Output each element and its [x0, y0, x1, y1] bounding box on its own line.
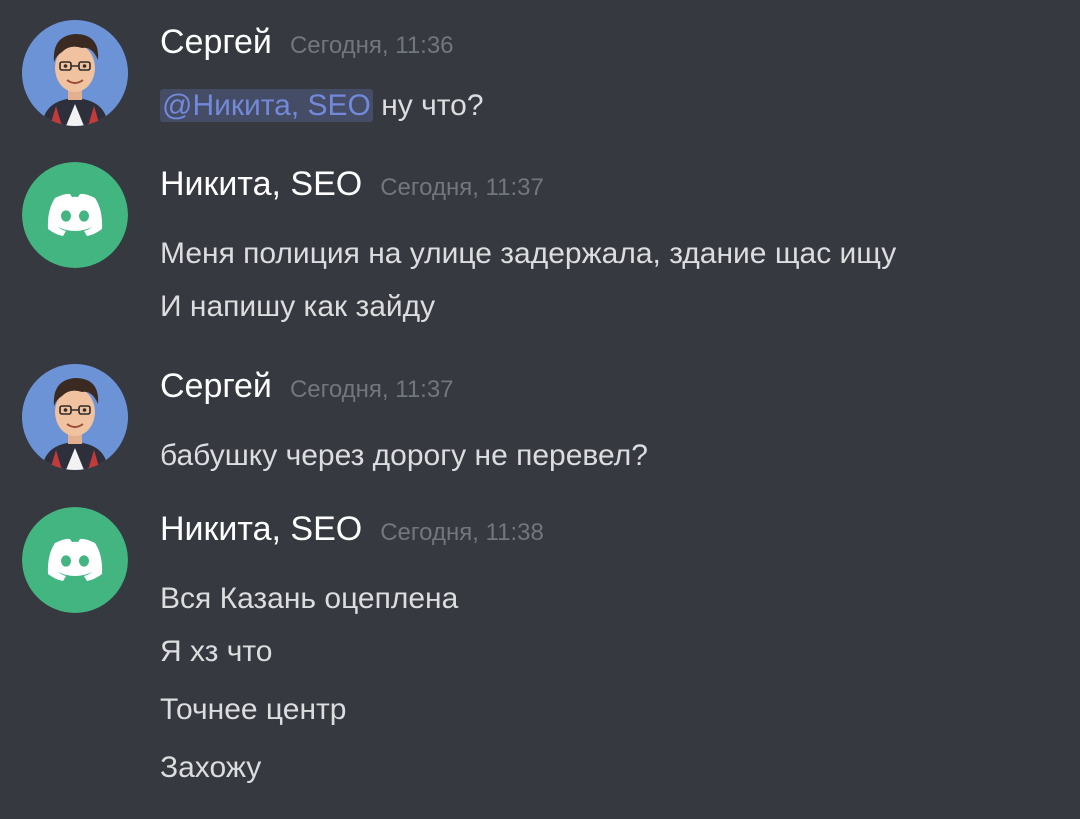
- user-avatar[interactable]: [22, 507, 128, 613]
- message-text: Захожу: [160, 751, 262, 784]
- message-text: И напишу как зайду: [160, 290, 436, 323]
- timestamp: Сегодня, 11:37: [289, 376, 454, 403]
- memoji-avatar-icon: [22, 364, 128, 470]
- message-text: Меня полиция на улице задержала, здание …: [160, 237, 897, 270]
- message-text: Точнее центр: [160, 693, 347, 726]
- message-text: @Никита, SEO ну что?: [160, 86, 484, 126]
- message-header: Никита, SEO Сегодня, 11:38: [160, 507, 544, 551]
- discord-logo-icon: [22, 507, 128, 613]
- discord-logo-icon: [22, 162, 128, 268]
- author-name[interactable]: Сергей: [160, 20, 272, 64]
- message-text: Вся Казань оцеплена: [160, 582, 459, 615]
- message-header: Никита, SEO Сегодня, 11:37: [160, 162, 544, 206]
- user-avatar[interactable]: [22, 364, 128, 470]
- author-name[interactable]: Никита, SEO: [160, 507, 362, 551]
- message-header: Сергей Сегодня, 11:36: [160, 20, 454, 64]
- user-avatar[interactable]: [22, 20, 128, 126]
- timestamp: Сегодня, 11:36: [289, 32, 454, 59]
- message-text-content: ну что?: [372, 89, 484, 122]
- timestamp: Сегодня, 11:38: [380, 519, 544, 546]
- message-text: бабушку через дорогу не перевел?: [160, 439, 648, 472]
- author-name[interactable]: Сергей: [160, 364, 272, 408]
- timestamp: Сегодня, 11:37: [380, 174, 544, 201]
- chat-messages: Сергей Сегодня, 11:36 @Никита, SEO ну чт…: [0, 0, 1080, 819]
- user-avatar[interactable]: [22, 162, 128, 268]
- memoji-avatar-icon: [22, 20, 128, 126]
- user-mention[interactable]: @Никита, SEO: [160, 89, 373, 122]
- message-text: Я хз что: [160, 635, 273, 668]
- author-name[interactable]: Никита, SEO: [160, 162, 362, 206]
- message-header: Сергей Сегодня, 11:37: [160, 364, 454, 408]
